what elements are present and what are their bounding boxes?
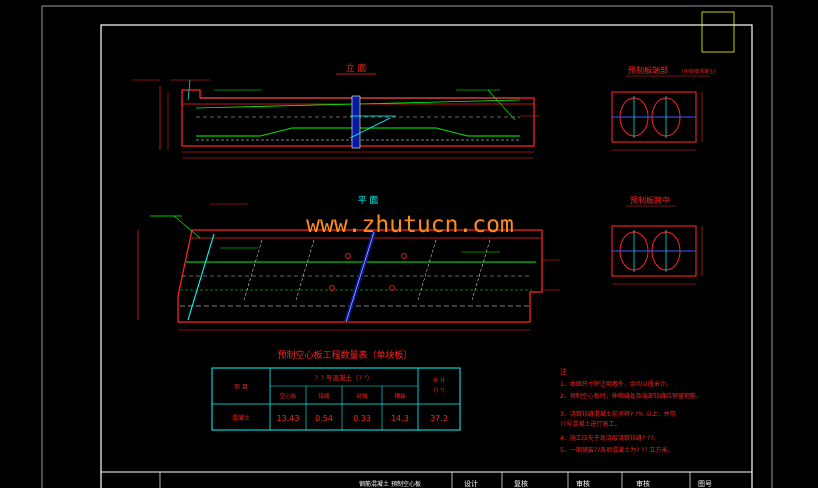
end-section-view: 预制板端部 (中铰缝混凝土) [611, 65, 716, 151]
note-line-6: 5、一期铺装??各项混凝土为? ?? 立方米。 [560, 446, 674, 454]
title-block-review: 复核 [514, 479, 528, 488]
title-block-check: 审核 [576, 479, 590, 488]
plan-skew-1 [243, 239, 263, 301]
plan-lift-hole-3 [401, 253, 407, 259]
corner-tag [701, 11, 735, 53]
notes-block: 注 1、本图尺寸除注明者外，余均以厘米计。 2、预制空心板时，伸缩缝处及端部铰缝… [560, 367, 702, 454]
table-header-total-unit: （? ³） [430, 387, 448, 394]
notes-heading: 注 [560, 367, 567, 376]
table-header-total: 合 计 [433, 376, 446, 384]
plan-leader-1 [173, 215, 201, 239]
drawing-canvas: 立 面 平 面 www.zhutucn.com 预制板端部 (中铰缝混凝土) 预… [41, 5, 773, 488]
table-cell-2: 0.54 [315, 414, 333, 423]
quantity-table: 预制空心板工程数量表（单块板） 项 目 ? ? 号混凝土（? ³） 合 计 （?… [211, 349, 461, 431]
plan-skew-4 [471, 239, 491, 301]
table-subheader-2: 铰缝 [318, 392, 330, 400]
title-block: 钢筋混凝土 预制空心板 设计 复核 审核 审核 图号 [101, 471, 752, 488]
plan-skew-3 [417, 239, 437, 301]
elevation-title: 立 面 [346, 62, 367, 74]
note-line-1: 1、本图尺寸除注明者外，余均以厘米计。 [560, 380, 672, 388]
table-row-label: 混凝土 [232, 414, 250, 422]
table-subheader-4: 铺装 [394, 392, 406, 400]
note-line-3: 3、浇筑铰缝混凝土前须将? ?% 以上，并可 [560, 410, 676, 418]
title-block-approve: 审核 [636, 479, 650, 488]
table-cell-1: 13.43 [277, 414, 300, 423]
note-line-4: ??号混凝土进行施工。 [560, 420, 620, 428]
table-title: 预制空心板工程数量表（单块板） [277, 349, 412, 361]
title-block-sheet: 图号 [698, 480, 712, 488]
plan-skew-2 [295, 239, 315, 301]
elevation-leader-b [487, 89, 516, 121]
plan-skew-joint-edge [345, 231, 375, 323]
table-subheader-1: 空心板 [280, 392, 297, 400]
elevation-view: 立 面 [132, 62, 540, 159]
table-cell-4: 14.3 [391, 414, 409, 423]
title-block-design: 设计 [464, 479, 478, 488]
mid-section-title: 预制板跨中 [630, 195, 670, 205]
end-section-note: (中铰缝混凝土) [682, 68, 716, 75]
table-cell-total: 37.2 [430, 414, 448, 423]
plan-skew-left [187, 233, 215, 321]
watermark-text: www.zhutucn.com [306, 212, 514, 238]
note-line-5: 4、施工应先于现浇层浇筑铰缝? ??。 [560, 434, 659, 442]
inner-frame [100, 24, 753, 488]
plan-lift-hole-1 [345, 253, 351, 259]
plan-title: 平 面 [358, 195, 379, 206]
table-header-concrete: ? ? 号混凝土（? ³） [315, 373, 373, 382]
table-cell-3: 0.33 [353, 414, 371, 423]
table-header-item: 项 目 [234, 384, 248, 391]
end-section-title: 预制板端部 [628, 65, 668, 75]
table-subheader-3: 封端 [356, 392, 368, 400]
note-line-2: 2、预制空心板时，伸缩缝处及端部铰缝应预留钢筋， [560, 392, 702, 400]
title-block-drawing: 钢筋混凝土 预制空心板 [359, 480, 421, 488]
mid-section-view: 预制板跨中 [611, 195, 703, 285]
elevation-center-joint [351, 95, 361, 149]
